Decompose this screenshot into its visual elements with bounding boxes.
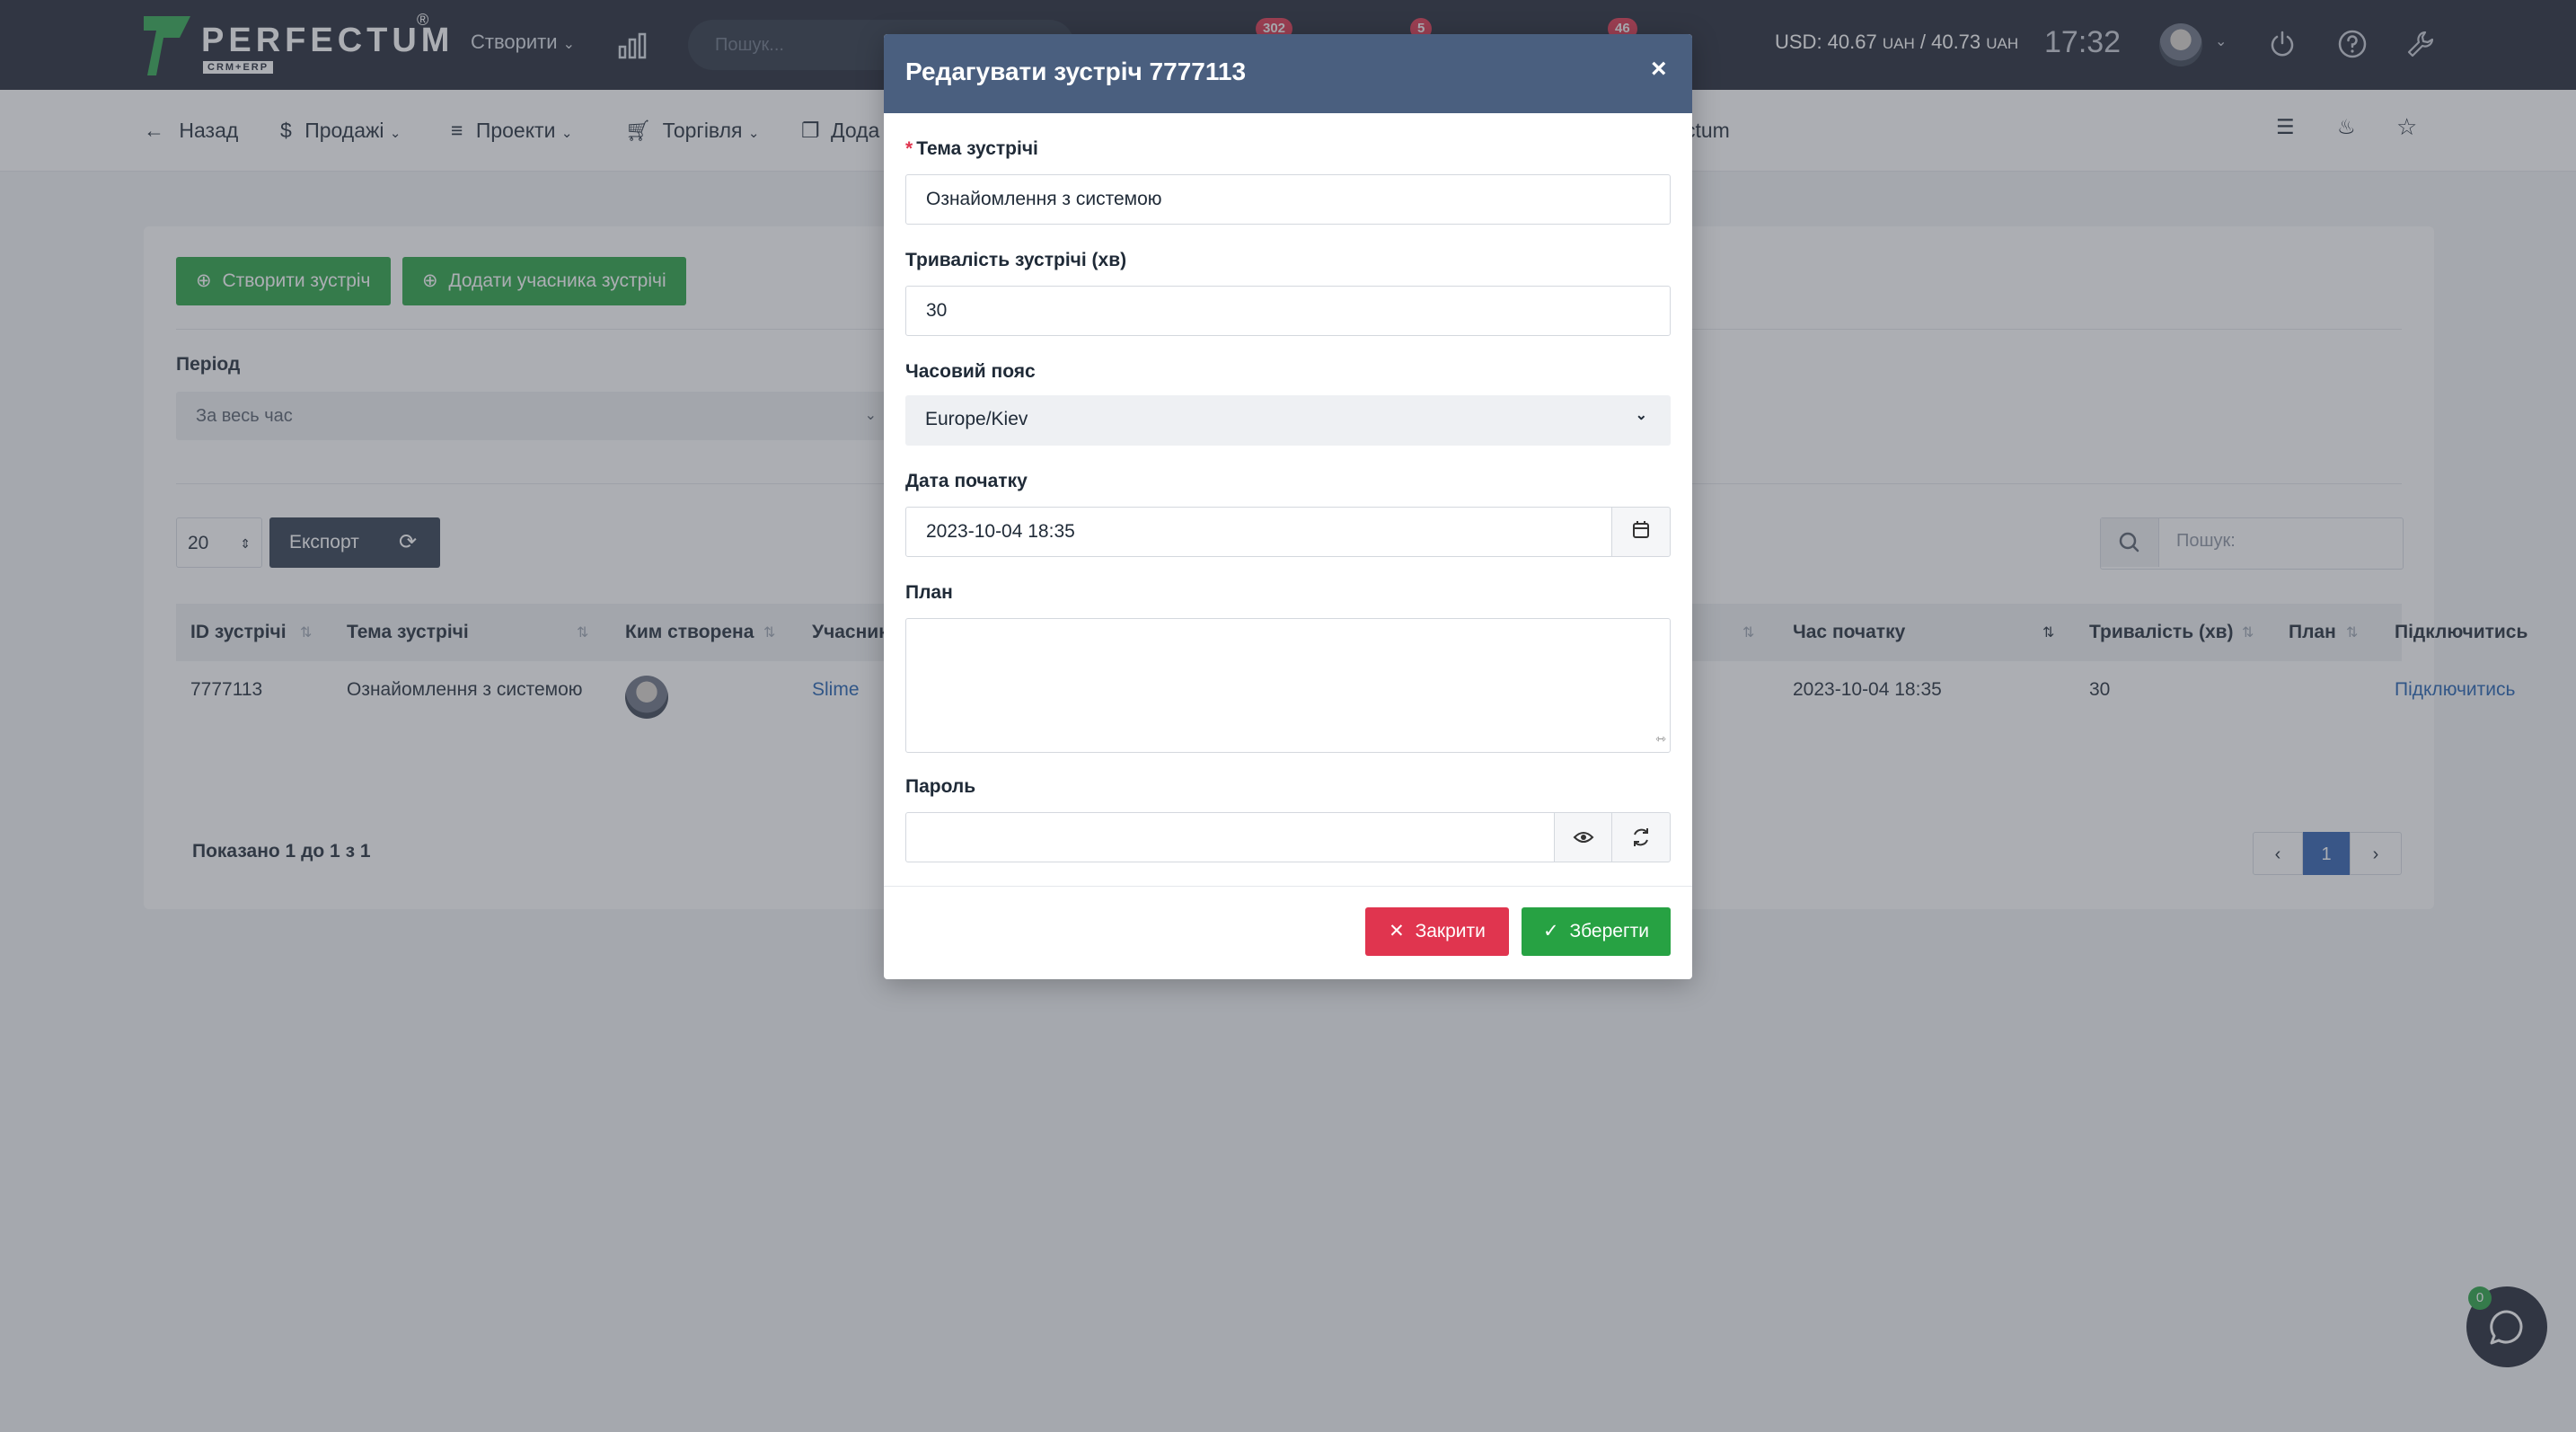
save-button[interactable]: ✓ Зберегти bbox=[1522, 907, 1671, 956]
check-icon: ✓ bbox=[1543, 921, 1559, 941]
show-password-button[interactable] bbox=[1554, 812, 1613, 862]
eye-icon bbox=[1573, 832, 1594, 843]
refresh-icon bbox=[1634, 828, 1648, 846]
calendar-icon bbox=[1633, 521, 1649, 538]
duration-label: Тривалість зустрічі (хв) bbox=[905, 250, 1127, 270]
start-date-label: Дата початку bbox=[905, 471, 1028, 491]
plan-textarea[interactable]: ⇿ bbox=[905, 618, 1671, 753]
close-button[interactable]: ✕ Закрити bbox=[1365, 907, 1509, 956]
start-date-input[interactable]: 2023-10-04 18:35 bbox=[905, 507, 1613, 557]
calendar-button[interactable] bbox=[1611, 507, 1671, 557]
topic-label: * Тема зустрічі bbox=[905, 138, 1038, 160]
modal-title: Редагувати зустріч 7777113 bbox=[905, 57, 1247, 85]
timezone-select[interactable]: Europe/Kiev ⌄ bbox=[905, 395, 1671, 446]
generate-password-button[interactable] bbox=[1611, 812, 1671, 862]
close-button-label: Закрити bbox=[1415, 921, 1486, 941]
save-button-label: Зберегти bbox=[1569, 921, 1649, 941]
required-mark: * bbox=[905, 138, 913, 159]
topic-label-text: Тема зустрічі bbox=[916, 138, 1038, 159]
close-icon[interactable]: × bbox=[1651, 54, 1667, 84]
timezone-label: Часовий пояс bbox=[905, 361, 1036, 382]
timezone-value: Europe/Kiev bbox=[925, 409, 1028, 429]
chevron-down-icon: ⌄ bbox=[1635, 408, 1647, 423]
topic-input[interactable]: Ознайомлення з системою bbox=[905, 174, 1671, 225]
edit-meeting-modal: Редагувати зустріч 7777113 × * Тема зустр… bbox=[884, 34, 1692, 979]
modal-footer-divider bbox=[884, 886, 1692, 887]
resize-handle-icon[interactable]: ⇿ bbox=[1655, 714, 1666, 763]
x-icon: ✕ bbox=[1389, 921, 1405, 941]
password-input[interactable] bbox=[905, 812, 1556, 862]
modal-header: Редагувати зустріч 7777113 × bbox=[884, 34, 1692, 113]
plan-label: План bbox=[905, 582, 953, 603]
duration-input[interactable]: 30 bbox=[905, 286, 1671, 336]
password-label: Пароль bbox=[905, 776, 976, 797]
